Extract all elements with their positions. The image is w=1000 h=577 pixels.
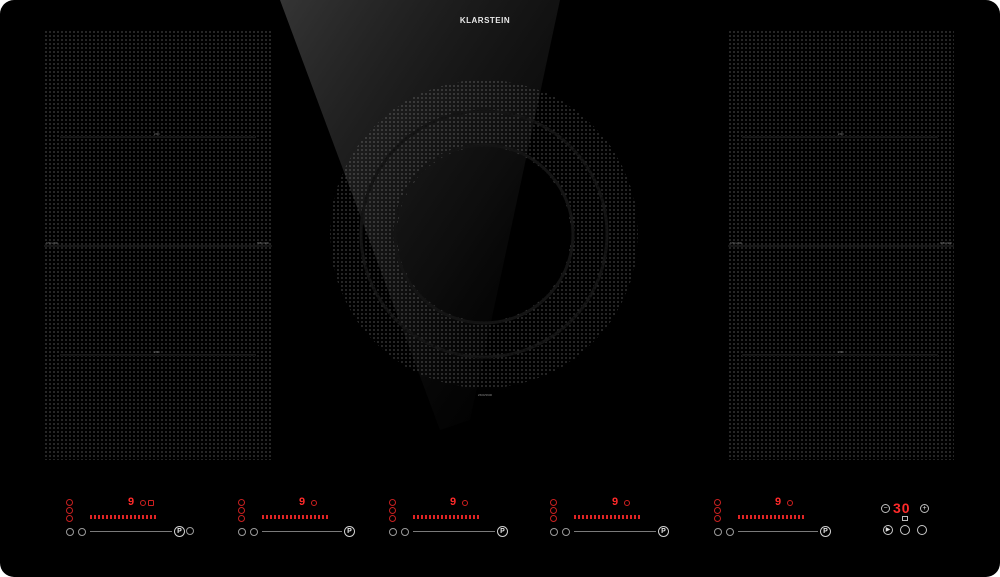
keep-warm-icon[interactable] bbox=[917, 525, 927, 535]
power-slider-leds[interactable] bbox=[90, 515, 156, 519]
down-arrow-icon[interactable] bbox=[66, 507, 73, 514]
power-level-display: 9 bbox=[775, 496, 782, 508]
power-level-display: 9 bbox=[128, 496, 135, 508]
power-level-display: 9 bbox=[612, 496, 619, 508]
right-zone-divider-mid bbox=[728, 245, 954, 247]
right-zone-divider-bottom bbox=[742, 354, 938, 356]
zone-control-4: 9 P bbox=[550, 496, 680, 541]
center-zone-label: 2600/3600 bbox=[477, 393, 493, 397]
left-zone-bottom-label: 2300 bbox=[154, 351, 160, 354]
slider-track[interactable] bbox=[90, 531, 172, 532]
pause-icon[interactable] bbox=[900, 525, 910, 535]
timer-icon[interactable] bbox=[624, 500, 630, 506]
timer-minus-button[interactable]: − bbox=[881, 504, 890, 513]
down-arrow-icon[interactable] bbox=[714, 515, 721, 522]
boost-button[interactable]: P bbox=[820, 526, 831, 537]
zone-control-5: 9 P bbox=[714, 496, 844, 541]
level-arrows[interactable] bbox=[550, 499, 558, 525]
power-level-display: 9 bbox=[450, 496, 457, 508]
power-icon[interactable] bbox=[66, 528, 74, 536]
up-arrow-icon[interactable] bbox=[714, 499, 721, 506]
power-icon[interactable] bbox=[389, 528, 397, 536]
down-arrow-icon[interactable] bbox=[66, 515, 73, 522]
level-arrows[interactable] bbox=[66, 499, 74, 525]
slider-track[interactable] bbox=[262, 531, 342, 532]
down-arrow-icon[interactable] bbox=[389, 507, 396, 514]
up-arrow-icon[interactable] bbox=[550, 499, 557, 506]
play-icon[interactable]: ▶ bbox=[883, 525, 893, 535]
zone-control-1: 9 P bbox=[66, 496, 206, 541]
power-icon[interactable] bbox=[550, 528, 558, 536]
timer-panel: − 30 + ▶ bbox=[877, 500, 937, 542]
bridge-icon[interactable] bbox=[78, 528, 86, 536]
up-arrow-icon[interactable] bbox=[389, 499, 396, 506]
left-zone-mid-right-label: 3650 1900 bbox=[257, 242, 269, 245]
left-zone-divider-top bbox=[60, 136, 256, 138]
slider-track[interactable] bbox=[574, 531, 656, 532]
boost-button[interactable]: P bbox=[174, 526, 185, 537]
power-slider-leds[interactable] bbox=[413, 515, 479, 519]
ring-select-icon[interactable] bbox=[401, 528, 409, 536]
power-slider-leds[interactable] bbox=[738, 515, 804, 519]
left-zone-divider-bottom bbox=[60, 354, 256, 356]
level-arrows[interactable] bbox=[238, 499, 246, 525]
power-slider-leds[interactable] bbox=[574, 515, 640, 519]
slider-track[interactable] bbox=[413, 531, 495, 532]
down-arrow-icon[interactable] bbox=[550, 507, 557, 514]
left-zone-mid-left-label: 3700 2300 bbox=[46, 242, 58, 245]
lock-icon[interactable] bbox=[714, 528, 722, 536]
down-arrow-icon[interactable] bbox=[238, 515, 245, 522]
boost-button[interactable]: P bbox=[344, 526, 355, 537]
level-arrows[interactable] bbox=[389, 499, 397, 525]
timer-icon[interactable] bbox=[311, 500, 317, 506]
brand-logo: KLARSTEIN bbox=[459, 16, 511, 25]
power-icon[interactable] bbox=[238, 528, 246, 536]
left-zone-divider-mid bbox=[44, 245, 272, 247]
zone-control-3: 9 P bbox=[389, 496, 519, 541]
timer-plus-button[interactable]: + bbox=[920, 504, 929, 513]
timer-icon[interactable] bbox=[787, 500, 793, 506]
down-arrow-icon[interactable] bbox=[714, 507, 721, 514]
power-slider-leds[interactable] bbox=[262, 515, 328, 519]
up-arrow-icon[interactable] bbox=[238, 499, 245, 506]
zone-control-2: 9 P bbox=[238, 496, 368, 541]
pause-icon[interactable] bbox=[186, 527, 194, 535]
right-zone-bottom-label: 2300 bbox=[838, 351, 844, 354]
ring-select-icon[interactable] bbox=[562, 528, 570, 536]
power-level-display: 9 bbox=[299, 496, 306, 508]
timer-icon[interactable] bbox=[462, 500, 468, 506]
keep-warm-icon[interactable] bbox=[148, 500, 154, 506]
up-arrow-icon[interactable] bbox=[66, 499, 73, 506]
down-arrow-icon[interactable] bbox=[238, 507, 245, 514]
down-arrow-icon[interactable] bbox=[389, 515, 396, 522]
bridge-icon[interactable] bbox=[250, 528, 258, 536]
induction-hob: KLARSTEIN 2300 3700 2300 3650 1900 2300 … bbox=[0, 0, 1000, 577]
boost-button[interactable]: P bbox=[497, 526, 508, 537]
slider-track[interactable] bbox=[738, 531, 818, 532]
right-zone-top-label: 2300 bbox=[838, 133, 844, 136]
down-arrow-icon[interactable] bbox=[550, 515, 557, 522]
boost-button[interactable]: P bbox=[658, 526, 669, 537]
bridge-icon[interactable] bbox=[726, 528, 734, 536]
level-arrows[interactable] bbox=[714, 499, 722, 525]
right-zone-divider-top bbox=[742, 136, 938, 138]
timer-display: 30 bbox=[893, 500, 911, 516]
timer-icon[interactable] bbox=[140, 500, 146, 506]
lock-icon[interactable] bbox=[902, 516, 908, 521]
left-zone-top-label: 2300 bbox=[154, 133, 160, 136]
right-zone-mid-right-label: 3650 1900 bbox=[940, 242, 952, 245]
right-zone-mid-left-label: 3700 2300 bbox=[730, 242, 742, 245]
